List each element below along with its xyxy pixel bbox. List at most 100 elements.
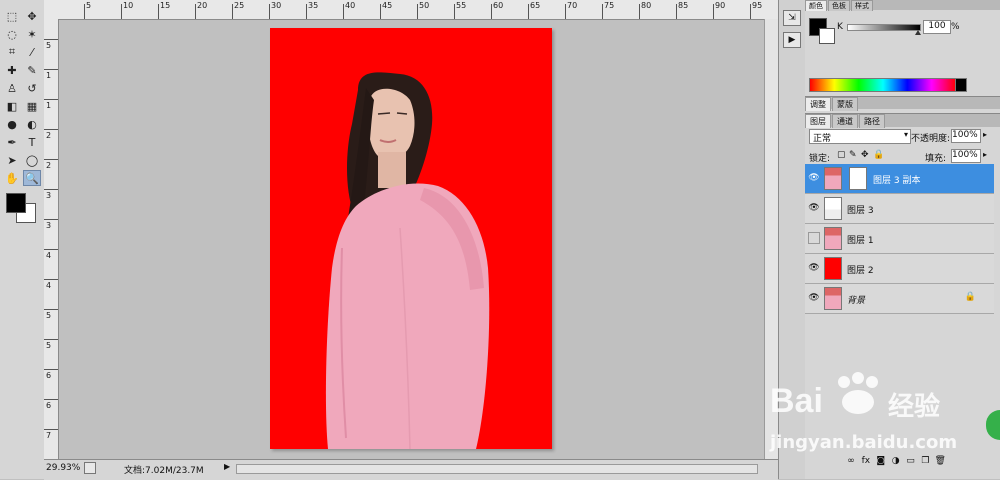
magic-wand-tool[interactable]: ✶ — [23, 26, 41, 42]
ruler-tick-label: 1 — [46, 101, 52, 110]
background-swatch[interactable] — [819, 28, 835, 44]
eraser-tool[interactable]: ◧ — [3, 98, 21, 114]
layer-row[interactable]: 👁 背景 🔒 — [805, 284, 994, 314]
ruler-tick-label: 10 — [123, 1, 134, 10]
photo-illustration — [270, 28, 552, 449]
history-brush-tool[interactable]: ↺ — [23, 80, 41, 96]
ruler-tick-label: 2 — [46, 161, 52, 170]
brush-tool[interactable]: ✎ — [23, 62, 41, 78]
lock-all-icon[interactable]: 🔒 — [873, 150, 884, 160]
gradient-tool[interactable]: ▦ — [23, 98, 41, 114]
lock-label: 锁定: — [809, 154, 831, 164]
healing-brush-tool[interactable]: ✚ — [3, 62, 21, 78]
ruler-tick — [639, 4, 640, 19]
chevron-down-icon: ▾ — [903, 130, 908, 139]
marquee-tool[interactable]: ⬚ — [3, 8, 21, 24]
lock-transparency-icon[interactable]: ▢ — [837, 150, 846, 160]
horizontal-scrollbar[interactable] — [236, 464, 758, 474]
hand-tool[interactable]: ✋ — [3, 170, 21, 186]
ruler-tick-label: 3 — [46, 191, 52, 200]
ruler-tick-label: 75 — [604, 1, 615, 10]
tab-paths[interactable]: 路径 — [859, 114, 885, 128]
eye-icon[interactable]: 👁 — [808, 292, 820, 304]
eye-hidden-icon[interactable] — [808, 232, 820, 244]
clone-stamp-tool[interactable]: ♙ — [3, 80, 21, 96]
watermark-brand-cn: 经验 — [888, 392, 941, 422]
horizontal-ruler[interactable]: 5 10 15 20 25 30 35 40 45 50 55 60 65 70 75 80 85 90 95 — [44, 0, 778, 20]
ruler-tick-label: 80 — [641, 1, 652, 10]
layer-row[interactable]: 👁 图层 3 副本 — [805, 164, 994, 194]
actions-panel-icon[interactable]: ▶ — [783, 32, 801, 48]
path-selection-tool[interactable]: ➤ — [3, 152, 21, 168]
k-value-field[interactable]: 100 — [923, 20, 951, 34]
layer-thumbnail — [824, 287, 842, 310]
fill-field[interactable]: 100% — [951, 149, 981, 163]
layer-row[interactable]: 👁 图层 2 — [805, 254, 994, 284]
layer-name: 图层 1 — [847, 236, 874, 246]
lasso-tool[interactable]: ◌ — [3, 26, 21, 42]
layer-thumbnail — [824, 167, 842, 190]
crop-tool[interactable]: ⌗ — [3, 44, 21, 60]
move-tool[interactable]: ✥ — [23, 8, 41, 24]
ruler-tick-label: 20 — [197, 1, 208, 10]
zoom-tool[interactable]: 🔍 — [23, 170, 41, 186]
status-arrow-icon[interactable]: ▶ — [224, 462, 232, 472]
ruler-tick — [44, 309, 58, 310]
layer-row[interactable]: 👁 图层 3 — [805, 194, 994, 224]
history-panel-icon[interactable]: ⇲ — [783, 10, 801, 26]
ruler-tick-label: 6 — [46, 371, 52, 380]
k-slider[interactable] — [847, 24, 921, 31]
blur-tool[interactable]: ● — [3, 116, 21, 132]
foreground-color-swatch[interactable] — [6, 193, 26, 213]
blend-mode-select[interactable]: 正常 ▾ — [809, 129, 911, 144]
watermark-brand: Bai — [770, 382, 823, 420]
color-ramp-black[interactable] — [955, 78, 967, 92]
layers-tab-bar: 图层 通道 路径 — [805, 113, 1000, 128]
lock-pixels-icon[interactable]: ✎ — [849, 150, 857, 160]
document-canvas[interactable] — [270, 28, 552, 449]
zoom-level[interactable]: 29.93% — [46, 463, 80, 473]
document-info: 文档:7.02M/23.7M — [124, 466, 204, 476]
blend-mode-value: 正常 — [813, 134, 832, 144]
color-ramp[interactable] — [809, 78, 957, 92]
tab-masks[interactable]: 蒙版 — [832, 97, 858, 111]
ruler-tick-label: 50 — [419, 1, 430, 10]
ruler-tick — [232, 4, 233, 19]
watermark-url: jingyan.baidu.com — [770, 432, 958, 453]
opacity-arrow-icon[interactable]: ▸ — [983, 130, 987, 139]
eye-icon[interactable]: 👁 — [808, 202, 820, 214]
tab-layers[interactable]: 图层 — [805, 114, 831, 128]
eye-icon[interactable]: 👁 — [808, 172, 820, 184]
ruler-tick-label: 60 — [493, 1, 504, 10]
tab-styles[interactable]: 样式 — [851, 0, 873, 11]
baidu-watermark: Bai 经验 jingyan.baidu.com — [770, 368, 970, 458]
layer-name: 图层 3 — [847, 206, 874, 216]
slider-handle[interactable] — [915, 30, 921, 35]
ruler-tick — [269, 4, 270, 19]
ruler-tick — [306, 4, 307, 19]
ruler-tick-label: 70 — [567, 1, 578, 10]
ruler-tick-label: 5 — [46, 41, 52, 50]
color-panel-tabs[interactable]: 颜色 色板 样式 — [805, 0, 1000, 11]
fill-arrow-icon[interactable]: ▸ — [983, 150, 987, 159]
opacity-field[interactable]: 100% — [951, 129, 981, 143]
eye-icon[interactable]: 👁 — [808, 262, 820, 274]
ruler-tick — [121, 4, 122, 19]
ruler-tick-label: 65 — [530, 1, 541, 10]
tab-channels[interactable]: 通道 — [832, 114, 858, 128]
tab-adjustments[interactable]: 调整 — [805, 97, 831, 111]
status-menu-icon[interactable] — [84, 462, 96, 474]
ruler-tick — [44, 69, 58, 70]
layer-row[interactable]: 图层 1 — [805, 224, 994, 254]
dodge-tool[interactable]: ◐ — [23, 116, 41, 132]
eyedropper-tool[interactable]: ⁄ — [23, 44, 41, 60]
vertical-ruler[interactable]: 5 1 1 2 2 3 3 4 4 5 5 6 6 7 — [44, 19, 59, 459]
lock-position-icon[interactable]: ✥ — [861, 150, 869, 160]
pen-tool[interactable]: ✒ — [3, 134, 21, 150]
tab-color[interactable]: 颜色 — [805, 0, 827, 11]
layer-mask-thumbnail[interactable] — [849, 167, 867, 190]
type-tool[interactable]: T — [23, 134, 41, 150]
tab-swatches[interactable]: 色板 — [828, 0, 850, 11]
lock-icon: 🔒 — [964, 292, 976, 302]
shape-tool[interactable]: ◯ — [23, 152, 41, 168]
